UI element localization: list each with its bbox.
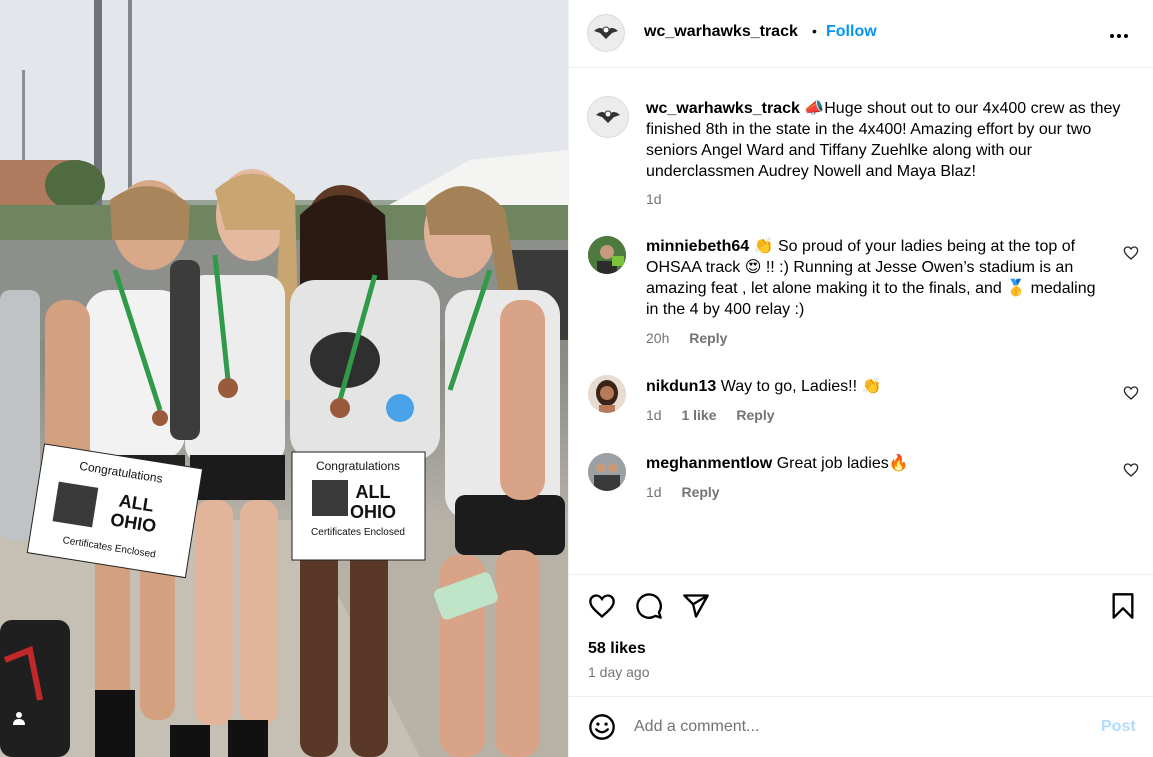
avatar-photo-icon [588, 375, 626, 413]
comment: minniebeth64 👏 So proud of your ladies b… [646, 236, 1106, 320]
comment-time[interactable]: 1d [646, 484, 662, 500]
reply-button[interactable]: Reply [689, 330, 727, 346]
bookmark-icon[interactable] [1109, 592, 1137, 620]
like-comment-heart-icon[interactable] [1123, 462, 1139, 478]
author-username[interactable]: wc_warhawks_track [644, 23, 798, 41]
share-icon[interactable] [682, 592, 710, 620]
add-comment-bar: Post [569, 696, 1153, 757]
caption-meta: 1d [646, 191, 678, 207]
sign-right-line3: OHIO [350, 502, 396, 522]
post-panel: wc_warhawks_track • Follow wc_warhawks_t… [568, 0, 1153, 757]
comment-meta: 1d Reply [646, 484, 736, 500]
author-avatar[interactable] [587, 14, 625, 52]
post-header: wc_warhawks_track • Follow [569, 0, 1153, 68]
caption-username[interactable]: wc_warhawks_track [646, 100, 800, 117]
warhawks-logo-icon [596, 110, 620, 123]
avatar-photo-icon [588, 236, 626, 274]
comment-username[interactable]: meghanmentlow [646, 455, 772, 472]
post-date: 1 day ago [588, 664, 650, 680]
sign-right-line4: Certificates Enclosed [311, 527, 405, 538]
user-tag-icon [13, 712, 25, 725]
comment: nikdun13 Way to go, Ladies!! 👏 [646, 376, 1106, 397]
like-comment-heart-icon[interactable] [1123, 385, 1139, 401]
comment-input[interactable] [634, 715, 1074, 739]
reply-button[interactable]: Reply [736, 407, 774, 423]
comment-text: Way to go, Ladies!! 👏 [720, 378, 882, 395]
follow-button[interactable]: Follow [826, 23, 877, 41]
avatar-photo-icon [588, 453, 626, 491]
caption-avatar[interactable] [587, 96, 629, 138]
comment-username[interactable]: minniebeth64 [646, 238, 749, 255]
action-bar: 58 likes 1 day ago [569, 574, 1153, 696]
like-comment-heart-icon[interactable] [1123, 245, 1139, 261]
user-tag-button[interactable] [12, 711, 44, 743]
header-separator: • [812, 23, 817, 39]
comment-avatar[interactable] [588, 236, 626, 274]
comment-time[interactable]: 1d [646, 407, 662, 423]
emoji-icon[interactable] [588, 713, 616, 741]
comment-likes[interactable]: 1 like [681, 407, 716, 423]
comments-list[interactable]: wc_warhawks_track 📣Huge shout out to our… [569, 69, 1153, 573]
more-options-button[interactable] [1109, 22, 1129, 45]
photo-illustration: Congratulations ALL OHIO Certificates En… [0, 0, 568, 757]
comment-username[interactable]: nikdun13 [646, 378, 716, 395]
sign-right-line2: ALL [356, 482, 391, 502]
comment-meta: 20h Reply [646, 330, 743, 346]
reply-button[interactable]: Reply [681, 484, 719, 500]
comment-icon[interactable] [635, 592, 663, 620]
post-comment-button[interactable]: Post [1101, 718, 1136, 736]
comment-time[interactable]: 20h [646, 330, 669, 346]
likes-count[interactable]: 58 likes [588, 640, 646, 658]
more-icon [1110, 34, 1128, 38]
caption-time[interactable]: 1d [646, 191, 662, 207]
caption: wc_warhawks_track 📣Huge shout out to our… [646, 98, 1141, 182]
sign-right-line1: Congratulations [316, 459, 400, 473]
comment-meta: 1d 1 like Reply [646, 407, 791, 423]
heart-icon[interactable] [588, 592, 616, 620]
post-photo[interactable]: Congratulations ALL OHIO Certificates En… [0, 0, 568, 757]
comment-avatar[interactable] [588, 375, 626, 413]
comment-text: Great job ladies🔥 [776, 455, 909, 472]
comment: meghanmentlow Great job ladies🔥 [646, 453, 1106, 474]
warhawks-logo-icon [594, 26, 618, 39]
comment-avatar[interactable] [588, 453, 626, 491]
